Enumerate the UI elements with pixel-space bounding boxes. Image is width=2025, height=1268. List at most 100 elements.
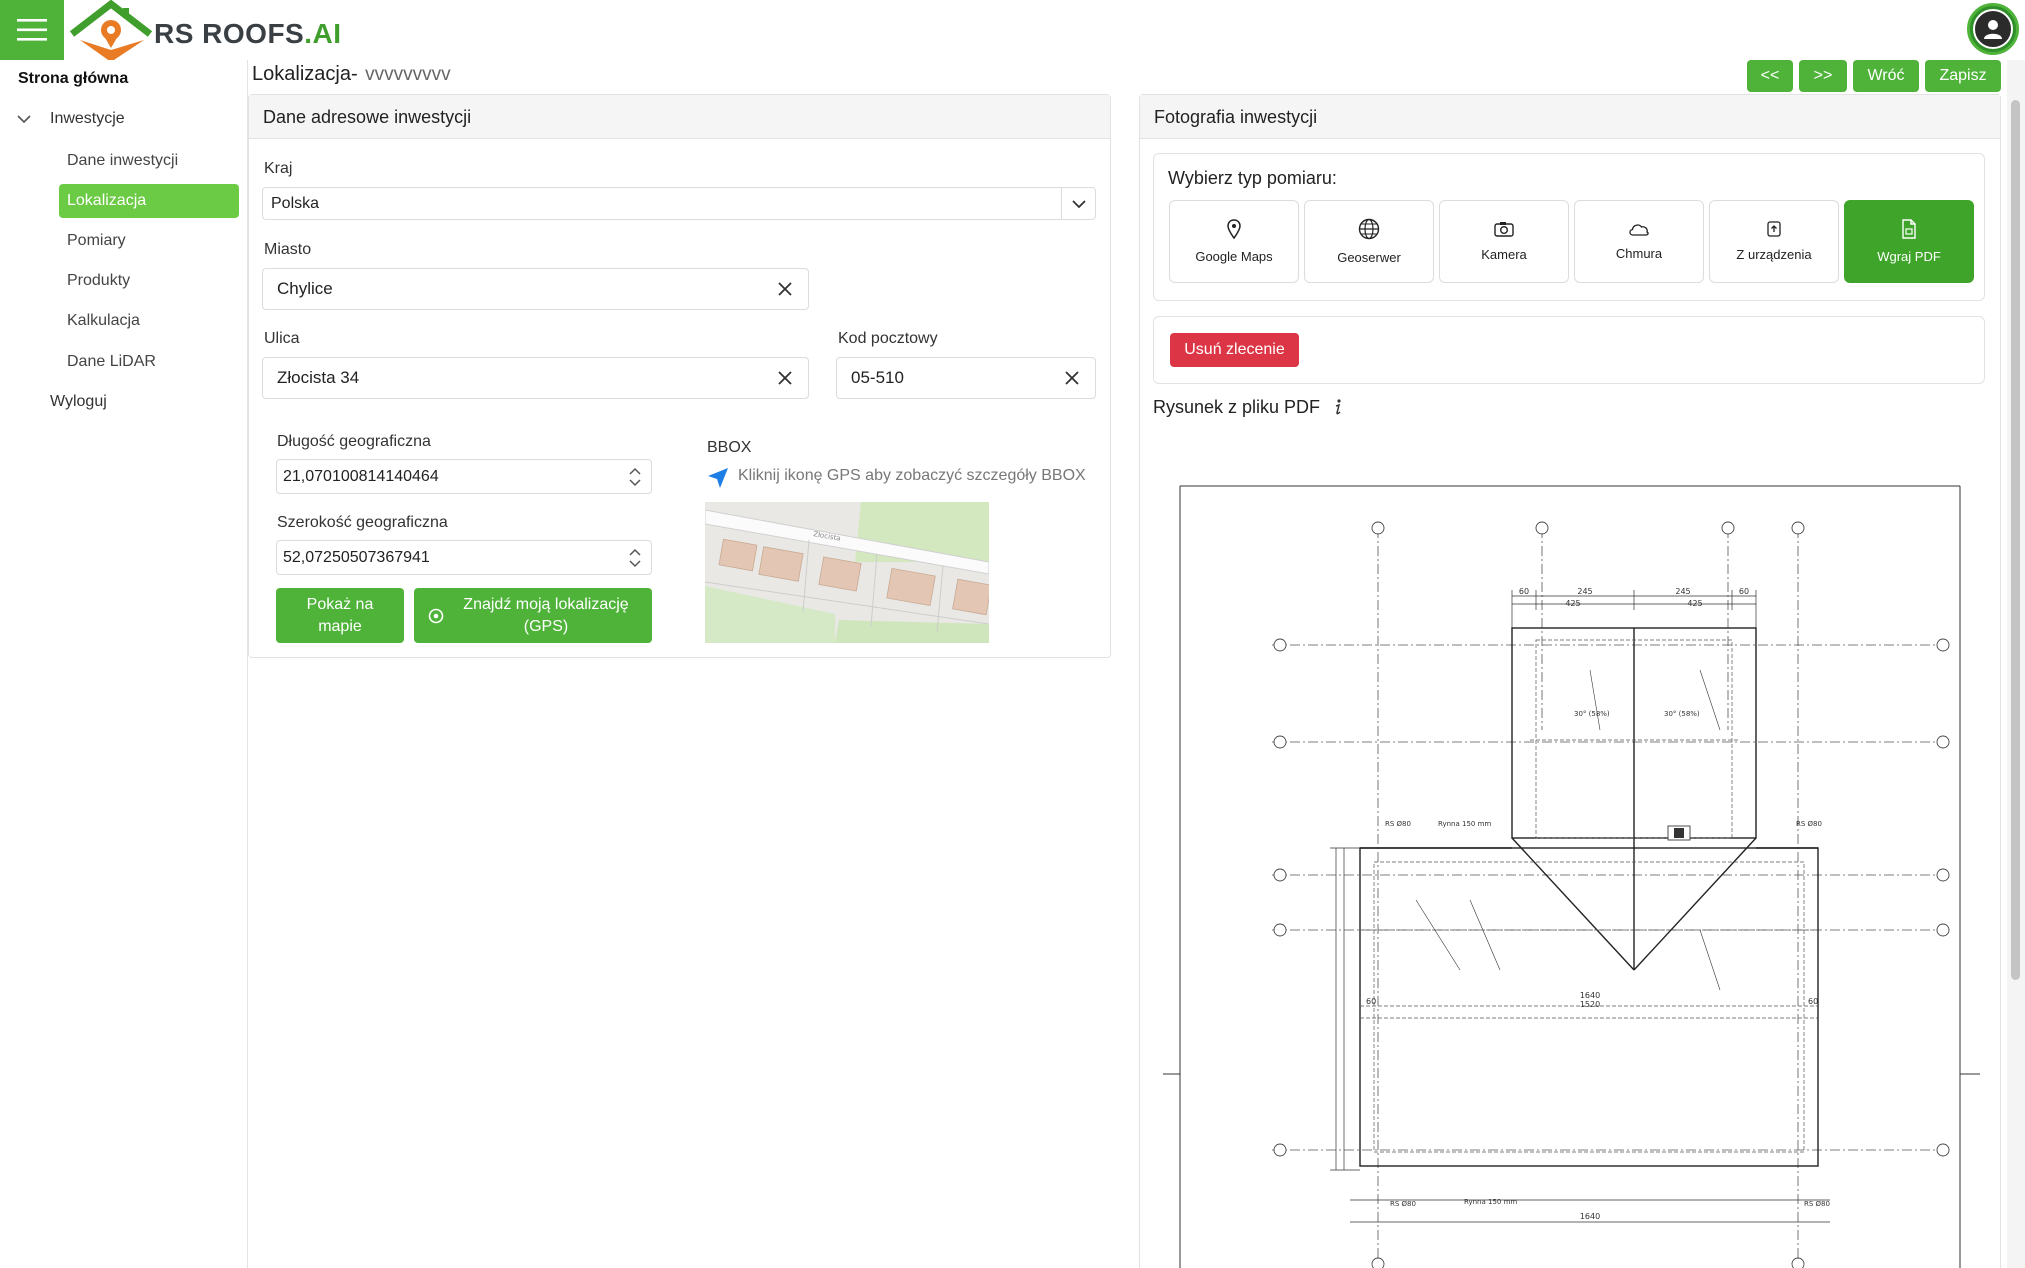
dim-text: 245 [1577, 587, 1592, 596]
longitude-stepper[interactable] [619, 460, 651, 493]
dim-text: 60 [1739, 587, 1749, 596]
tile-google-maps[interactable]: Google Maps [1169, 200, 1299, 283]
brand-name-main: RS ROOFS [154, 18, 305, 49]
page-title-main: Lokalizacja- [252, 63, 358, 85]
tile-camera[interactable]: Kamera [1439, 200, 1569, 283]
sidebar-item-measurements[interactable]: Pomiary [67, 232, 126, 250]
postal-code-label: Kod pocztowy [838, 330, 938, 347]
pdf-drawing-label-text: Rysunek z pliku PDF [1153, 397, 1321, 417]
map-pin-icon [1227, 219, 1241, 239]
longitude-field[interactable]: 21,070100814140464 [276, 459, 652, 494]
sidebar-item-logout[interactable]: Wyloguj [50, 393, 107, 411]
dim-text: 425 [1565, 599, 1580, 608]
latitude-field[interactable]: 52,07250507367941 [276, 540, 652, 575]
clear-postal-code-icon[interactable] [1063, 369, 1081, 387]
dim-text: 1520 [1580, 1000, 1600, 1009]
sidebar-item-home[interactable]: Strona główna [18, 70, 128, 88]
sidebar-item-investments[interactable]: Inwestycje [50, 110, 125, 128]
bbox-map-preview[interactable]: Złocista [705, 502, 989, 643]
tile-geoserver-label: Geoserwer [1337, 250, 1401, 265]
dim-text: 245 [1675, 587, 1690, 596]
slope-label: 30° (58%) [1574, 710, 1610, 718]
pdf-file-icon [1902, 219, 1916, 239]
gps-navigate-icon[interactable] [706, 466, 730, 490]
chevron-down-icon[interactable] [16, 112, 32, 126]
pdf-roof-drawing[interactable]: 60 245 245 60 425 425 1640 1640 1520 60 … [1160, 470, 1990, 1268]
tile-upload-pdf[interactable]: Wgraj PDF [1844, 200, 1974, 283]
info-icon[interactable] [1331, 397, 1345, 417]
downpipe-label: RS Ø80 [1390, 1200, 1416, 1208]
street-field[interactable]: Złocista 34 [262, 357, 809, 399]
tile-google-maps-label: Google Maps [1195, 249, 1273, 264]
pdf-drawing-label: Rysunek z pliku PDF [1153, 397, 1345, 418]
dim-text: 1640 [1580, 1212, 1600, 1221]
sidebar-item-location[interactable]: Lokalizacja [59, 184, 239, 218]
latitude-label: Szerokość geograficzna [277, 514, 448, 531]
tile-cloud[interactable]: Chmura [1574, 200, 1704, 283]
tile-device[interactable]: Z urządzenia [1709, 200, 1839, 283]
longitude-value: 21,070100814140464 [283, 467, 439, 485]
brand-name: RS ROOFS.AI [154, 18, 342, 50]
latitude-stepper[interactable] [619, 541, 651, 574]
find-gps-location-button[interactable]: Znajdź moją lokalizację (GPS) [414, 588, 652, 643]
tile-upload-pdf-label: Wgraj PDF [1877, 249, 1941, 264]
find-gps-location-label: Znajdź moją lokalizację (GPS) [463, 595, 629, 635]
country-label: Kraj [264, 160, 293, 177]
page-scrollbar[interactable] [2007, 60, 2025, 1268]
back-button[interactable]: Wróć [1853, 60, 1919, 92]
brand-logo[interactable]: RS ROOFS.AI [66, 0, 356, 64]
postal-code-value: 05-510 [851, 368, 904, 387]
street-value: Złocista 34 [277, 368, 360, 387]
dim-text: 60 [1808, 997, 1818, 1006]
next-button[interactable]: >> [1799, 60, 1847, 92]
downpipe-label: RS Ø80 [1804, 1200, 1830, 1208]
dim-text: 1640 [1580, 991, 1600, 1000]
delete-order-panel: Usuń zlecenie [1153, 316, 1985, 384]
chevron-down-icon [629, 559, 641, 567]
tile-device-label: Z urządzenia [1736, 247, 1812, 262]
measurement-type-panel: Wybierz typ pomiaru: Google Maps Geoserw… [1153, 153, 1985, 301]
city-field[interactable]: Chylice [262, 268, 809, 310]
downpipe-label: RS Ø80 [1796, 820, 1822, 828]
save-button[interactable]: Zapisz [1925, 60, 2001, 92]
top-action-buttons: << >> Wróć Zapisz [1747, 60, 2001, 92]
photo-card-title: Fotografia inwestycji [1140, 95, 2000, 139]
postal-code-field[interactable]: 05-510 [836, 357, 1096, 399]
downpipe-label: RS Ø80 [1385, 820, 1411, 828]
gutter-label: Rynna 150 mm [1438, 820, 1491, 828]
dim-text: 60 [1519, 587, 1529, 596]
street-label: Ulica [264, 330, 300, 347]
sidebar-item-investment-data[interactable]: Dane inwestycji [67, 152, 178, 170]
dim-text: 425 [1687, 599, 1702, 608]
gutter-label: Rynna 150 mm [1464, 1198, 1517, 1206]
tile-camera-label: Kamera [1481, 247, 1527, 262]
globe-icon [1358, 218, 1380, 240]
tile-cloud-label: Chmura [1615, 246, 1663, 261]
clear-street-icon[interactable] [776, 369, 794, 387]
sidebar-item-lidar[interactable]: Dane LiDAR [67, 353, 156, 371]
brand-name-suffix: .AI [304, 18, 342, 49]
chevron-down-icon [1071, 199, 1086, 208]
prev-button[interactable]: << [1747, 60, 1793, 92]
tile-geoserver[interactable]: Geoserwer [1304, 200, 1434, 283]
delete-order-button[interactable]: Usuń zlecenie [1170, 333, 1299, 367]
device-icon [1767, 221, 1781, 237]
user-avatar[interactable] [1967, 3, 2019, 55]
target-icon [428, 608, 444, 624]
bbox-hint: Kliknij ikonę GPS aby zobaczyć szczegóły… [738, 467, 1086, 484]
clear-city-icon[interactable] [776, 280, 794, 298]
sidebar-item-products[interactable]: Produkty [67, 272, 130, 290]
scrollbar-thumb[interactable] [2011, 100, 2020, 980]
slope-label: 30° (58%) [1664, 710, 1700, 718]
address-card-title: Dane adresowe inwestycji [249, 95, 1110, 139]
hamburger-icon [17, 19, 47, 41]
show-on-map-button[interactable]: Pokaż na mapie [276, 588, 404, 643]
country-select[interactable]: Polska [262, 187, 1096, 220]
sidebar-item-calculation[interactable]: Kalkulacja [67, 312, 140, 330]
sidebar: Strona główna Inwestycje Dane inwestycji… [0, 60, 248, 1268]
country-select-toggle[interactable] [1061, 188, 1095, 219]
country-value: Polska [271, 194, 320, 212]
menu-button[interactable] [0, 0, 64, 60]
chevron-up-icon [629, 548, 641, 556]
measurement-type-title: Wybierz typ pomiaru: [1168, 168, 1337, 188]
